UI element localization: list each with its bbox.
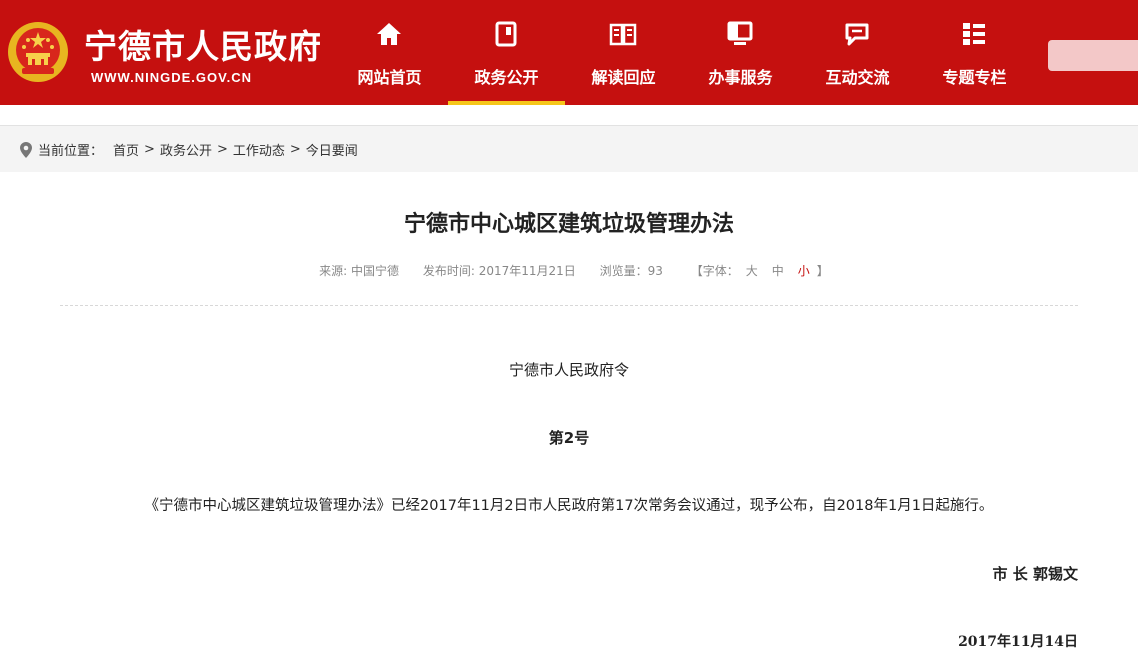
nav-item-label: 专题专栏 xyxy=(942,68,1007,87)
document-icon xyxy=(495,21,517,47)
font-size-switcher: 【字体： 大中小】 xyxy=(691,264,829,278)
nav-item-home[interactable]: 网站首页 xyxy=(331,0,448,105)
decree-date: 2017年11月14日 xyxy=(958,634,1078,650)
font-size-prefix: 【字体： xyxy=(690,264,739,278)
article-title: 宁德市中心城区建筑垃圾管理办法 xyxy=(403,212,734,237)
article-divider xyxy=(60,305,1078,306)
nav-item-label: 政务公开 xyxy=(474,68,539,87)
font-size-suffix: 】 xyxy=(816,264,829,278)
site-url[interactable]: WWW.NINGDE.GOV.CN xyxy=(91,70,252,85)
breadcrumb-prefix: 当前位置： xyxy=(38,144,104,159)
breadcrumb-separator: > xyxy=(289,142,301,157)
breadcrumb-separator: > xyxy=(216,142,228,157)
site-title[interactable]: 宁德市人民政府 xyxy=(84,20,322,68)
site-header: 宁德市人民政府 WWW.NINGDE.GOV.CN 网站首页 政务公开 解读回应… xyxy=(0,0,1138,105)
nav-item-interaction[interactable]: 互动交流 xyxy=(799,0,916,105)
nav-item-label: 办事服务 xyxy=(708,68,773,87)
breadcrumb-item-work-news[interactable]: 工作动态 xyxy=(233,140,285,159)
font-size-large[interactable]: 大 xyxy=(746,264,758,278)
nav-item-topics[interactable]: 专题专栏 xyxy=(916,0,1033,105)
nav-item-gov-affairs[interactable]: 政务公开 xyxy=(448,0,565,105)
font-size-small[interactable]: 小 xyxy=(798,264,810,278)
nav-item-label: 网站首页 xyxy=(357,68,422,87)
breadcrumb-item-home[interactable]: 首页 xyxy=(113,140,139,159)
breadcrumb: 当前位置： 首页 > 政务公开 > 工作动态 > 今日要闻 xyxy=(20,140,358,159)
article-source: 来源: 中国宁德 xyxy=(319,264,400,278)
main-nav: 网站首页 政务公开 解读回应 办事服务 互动交流 专题专栏 xyxy=(331,0,1033,105)
nav-item-interpretation[interactable]: 解读回应 xyxy=(565,0,682,105)
breadcrumb-item-today-news[interactable]: 今日要闻 xyxy=(306,140,358,159)
article-published-date: 发布时间: 2017年11月21日 xyxy=(422,264,576,278)
article-body: 《宁德市中心城区建筑垃圾管理办法》已经2017年11月2日市人民政府第17次常务… xyxy=(144,498,994,514)
breadcrumb-separator: > xyxy=(144,142,155,157)
monitor-icon xyxy=(727,21,753,45)
article-view-count: 浏览量：93 xyxy=(599,264,663,278)
breadcrumb-item-gov-affairs[interactable]: 政务公开 xyxy=(160,140,212,159)
decree-number: 第2号 xyxy=(548,429,590,447)
location-pin-icon xyxy=(20,141,32,158)
mayor-signature: 市 长 郭锡文 xyxy=(992,565,1078,583)
breadcrumb-bar: 当前位置： 首页 > 政务公开 > 工作动态 > 今日要闻 xyxy=(0,125,1138,172)
nav-item-label: 解读回应 xyxy=(591,68,656,87)
list-icon xyxy=(963,23,985,45)
font-size-medium[interactable]: 中 xyxy=(772,264,784,278)
chat-icon xyxy=(845,23,869,46)
article-meta: 来源: 中国宁德 发布时间: 2017年11月21日 浏览量：93 【字体： 大中… xyxy=(0,262,1138,279)
decree-title: 宁德市人民政府令 xyxy=(508,361,629,379)
home-icon xyxy=(377,23,401,45)
search-input[interactable] xyxy=(1048,40,1138,71)
open-book-icon xyxy=(609,23,637,46)
nav-item-label: 互动交流 xyxy=(825,68,890,87)
national-emblem-icon[interactable] xyxy=(6,20,70,84)
nav-item-services[interactable]: 办事服务 xyxy=(682,0,799,105)
